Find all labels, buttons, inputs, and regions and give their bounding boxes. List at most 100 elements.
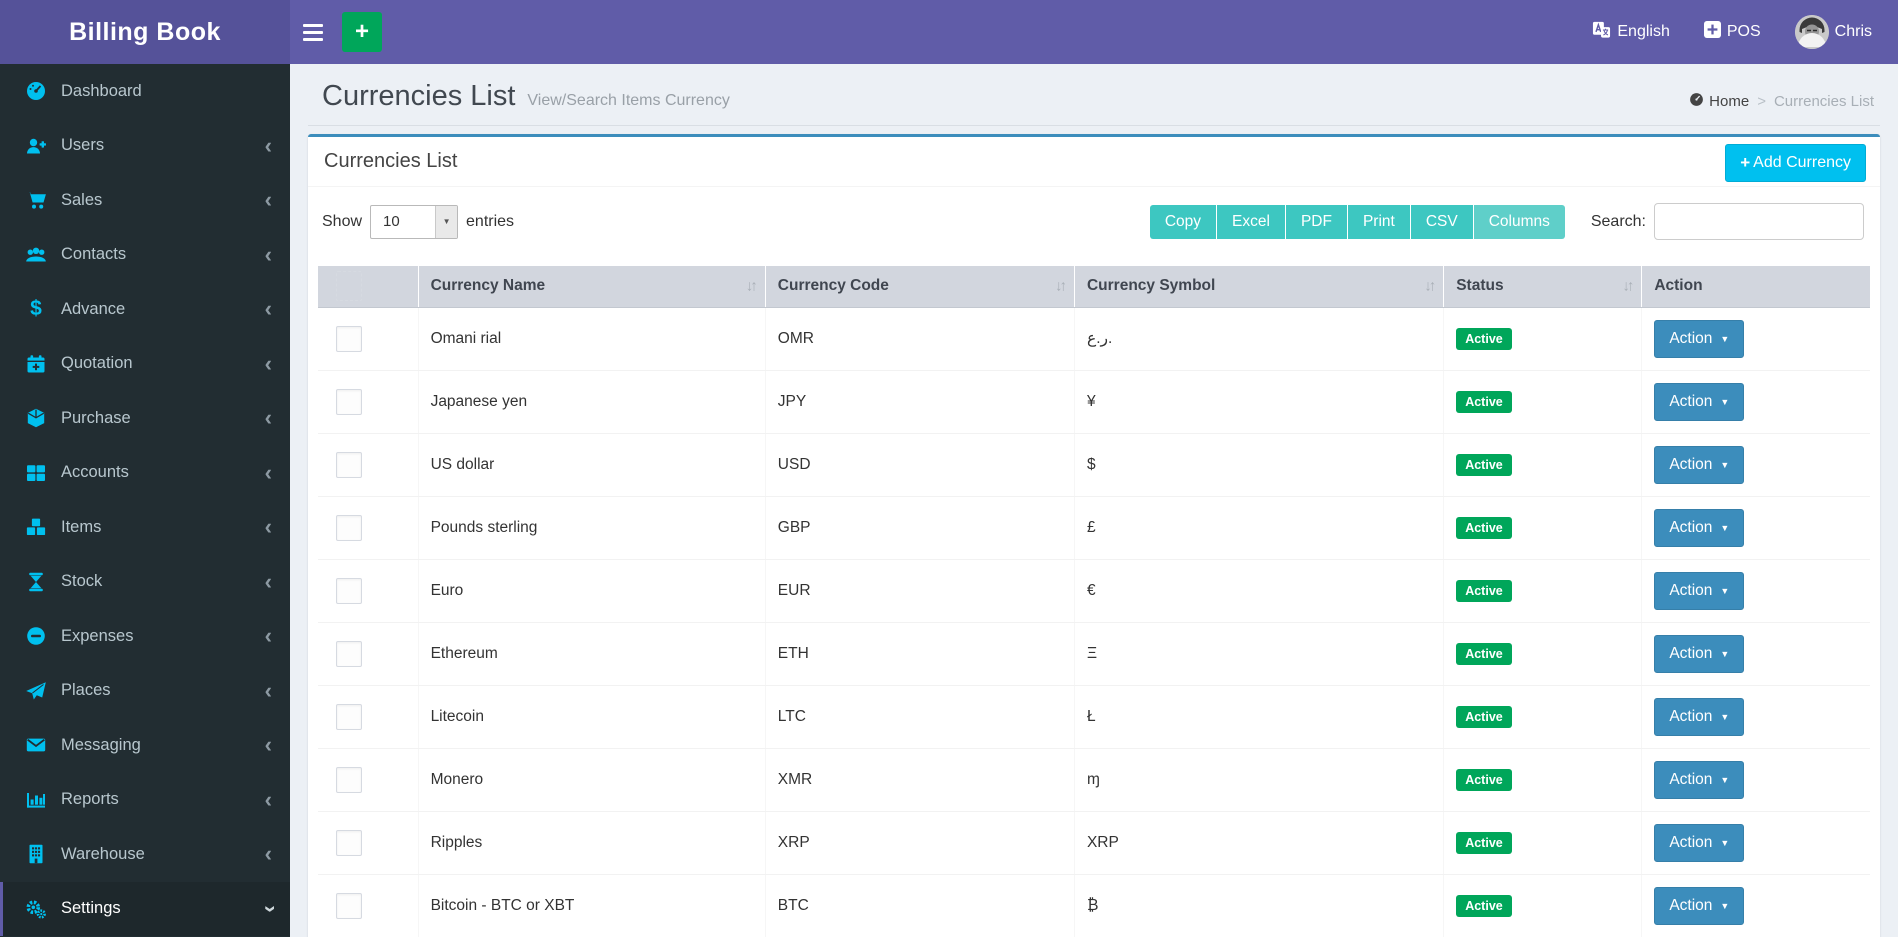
copy-button[interactable]: Copy [1149, 204, 1218, 239]
dashboard-icon [23, 80, 49, 102]
columns-button[interactable]: Columns [1473, 204, 1565, 239]
row-checkbox[interactable] [336, 388, 362, 415]
breadcrumb: Home > Currencies List [1689, 92, 1874, 111]
sidebar-item-sales[interactable]: Sales ‹ [0, 173, 290, 228]
chevron-left-icon: ‹ [264, 568, 272, 594]
gears-icon [23, 898, 49, 920]
grid-icon [23, 462, 49, 484]
add-currency-button[interactable]: + Add Currency [1725, 144, 1866, 182]
row-checkbox[interactable] [336, 640, 362, 667]
action-dropdown-button[interactable]: Action ▼ [1654, 571, 1745, 610]
currency-name-cell: Japanese yen [418, 370, 766, 434]
row-checkbox[interactable] [336, 892, 362, 919]
row-checkbox[interactable] [336, 829, 362, 856]
column-header-currency-name[interactable]: Currency Name ↓↑ [418, 266, 766, 308]
sidebar-item-stock[interactable]: Stock ‹ [0, 555, 290, 610]
table-toolbar: Show 10 ▼ entries Copy Excel PDF Print C… [308, 187, 1880, 260]
currency-symbol-cell: ₿ [1074, 874, 1445, 937]
sidebar-item-advance[interactable]: $ Advance ‹ [0, 282, 290, 337]
sidebar-item-warehouse[interactable]: Warehouse ‹ [0, 827, 290, 882]
currency-symbol-cell: $ [1074, 433, 1445, 497]
language-label: English [1617, 23, 1670, 40]
app-logo[interactable]: Billing Book [0, 0, 290, 64]
sidebar-item-contacts[interactable]: Contacts ‹ [0, 228, 290, 283]
chevron-left-icon: ‹ [264, 514, 272, 540]
breadcrumb-home-link[interactable]: Home [1689, 92, 1749, 111]
sidebar-item-items[interactable]: Items ‹ [0, 500, 290, 555]
sidebar-item-reports[interactable]: Reports ‹ [0, 773, 290, 828]
currency-symbol-cell: XRP [1074, 811, 1445, 875]
sort-icon: ↓↑ [745, 277, 758, 295]
pos-menu[interactable]: POS [1703, 21, 1761, 43]
row-checkbox[interactable] [336, 703, 362, 730]
action-dropdown-button[interactable]: Action ▼ [1654, 319, 1745, 358]
chevron-left-icon: ‹ [264, 732, 272, 758]
minus-circle-icon [23, 625, 49, 647]
sidebar-item-settings[interactable]: Settings ‹ [0, 881, 290, 936]
print-button[interactable]: Print [1347, 204, 1411, 239]
row-checkbox[interactable] [336, 766, 362, 793]
select-all-header[interactable] [318, 266, 419, 308]
action-dropdown-button[interactable]: Action ▼ [1654, 634, 1745, 673]
status-badge: Active [1456, 705, 1512, 728]
currency-name-cell: Litecoin [418, 685, 766, 749]
status-badge: Active [1456, 453, 1512, 476]
sidebar-item-accounts[interactable]: Accounts ‹ [0, 446, 290, 501]
home-dashboard-icon [1689, 92, 1704, 111]
language-menu[interactable]: English [1592, 20, 1670, 44]
sidebar-item-users[interactable]: Users ‹ [0, 119, 290, 174]
envelope-icon [23, 734, 49, 756]
currency-code-cell: XRP [765, 811, 1075, 875]
sidebar-item-expenses[interactable]: Expenses ‹ [0, 609, 290, 664]
breadcrumb-separator: > [1757, 93, 1766, 110]
export-button-group: Copy Excel PDF Print CSV Columns [1149, 204, 1565, 239]
sidebar-item-messaging[interactable]: Messaging ‹ [0, 718, 290, 773]
sidebar-item-dashboard[interactable]: Dashboard [0, 64, 290, 119]
sidebar-item-places[interactable]: Places ‹ [0, 664, 290, 719]
currency-code-cell: JPY [765, 370, 1075, 434]
action-dropdown-button[interactable]: Action ▼ [1654, 697, 1745, 736]
panel-title: Currencies List [324, 150, 458, 172]
currency-code-cell: LTC [765, 685, 1075, 749]
caret-down-icon: ▼ [1720, 900, 1730, 911]
sidebar-toggle-button[interactable] [290, 0, 336, 64]
table-row: Japanese yen JPY ¥ Active Action ▼ [318, 370, 1870, 434]
row-checkbox[interactable] [336, 325, 362, 352]
paper-plane-icon [23, 680, 49, 702]
row-checkbox[interactable] [336, 451, 362, 478]
status-badge: Active [1456, 768, 1512, 791]
panel-heading: Currencies List + Add Currency [308, 137, 1880, 187]
status-badge: Active [1456, 327, 1512, 350]
quick-add-button[interactable]: + [342, 12, 382, 52]
page-size-select[interactable]: 10 ▼ [370, 204, 459, 239]
caret-down-icon: ▼ [1720, 396, 1730, 407]
currency-symbol-cell: Ł [1074, 685, 1445, 749]
column-header-status[interactable]: Status ↓↑ [1443, 266, 1643, 308]
chevron-left-icon: ‹ [264, 786, 272, 812]
action-dropdown-button[interactable]: Action ▼ [1654, 508, 1745, 547]
language-icon [1592, 20, 1611, 44]
excel-button[interactable]: Excel [1217, 204, 1286, 239]
action-dropdown-button[interactable]: Action ▼ [1654, 382, 1745, 421]
sidebar-item-purchase[interactable]: Purchase ‹ [0, 391, 290, 446]
pdf-button[interactable]: PDF [1285, 204, 1348, 239]
action-dropdown-button[interactable]: Action ▼ [1654, 823, 1745, 862]
action-dropdown-button[interactable]: Action ▼ [1654, 886, 1745, 925]
select-all-checkbox[interactable] [336, 271, 362, 302]
action-dropdown-button[interactable]: Action ▼ [1654, 760, 1745, 799]
search-input[interactable] [1654, 203, 1864, 240]
column-header-currency-code[interactable]: Currency Code ↓↑ [765, 266, 1075, 308]
column-header-action: Action [1641, 266, 1870, 308]
action-dropdown-button[interactable]: Action ▼ [1654, 445, 1745, 484]
caret-down-icon: ▼ [1720, 522, 1730, 533]
csv-button[interactable]: CSV [1410, 204, 1474, 239]
row-checkbox[interactable] [336, 514, 362, 541]
chevron-down-icon: ‹ [255, 905, 281, 913]
breadcrumb-current: Currencies List [1773, 93, 1874, 110]
user-avatar [1794, 15, 1829, 49]
column-header-currency-symbol[interactable]: Currency Symbol ↓↑ [1074, 266, 1445, 308]
table-row: Omani rial OMR ر.ع. Active Action ▼ [318, 307, 1870, 371]
row-checkbox[interactable] [336, 577, 362, 604]
sidebar-item-quotation[interactable]: Quotation ‹ [0, 337, 290, 392]
user-menu[interactable]: Chris [1794, 15, 1872, 49]
